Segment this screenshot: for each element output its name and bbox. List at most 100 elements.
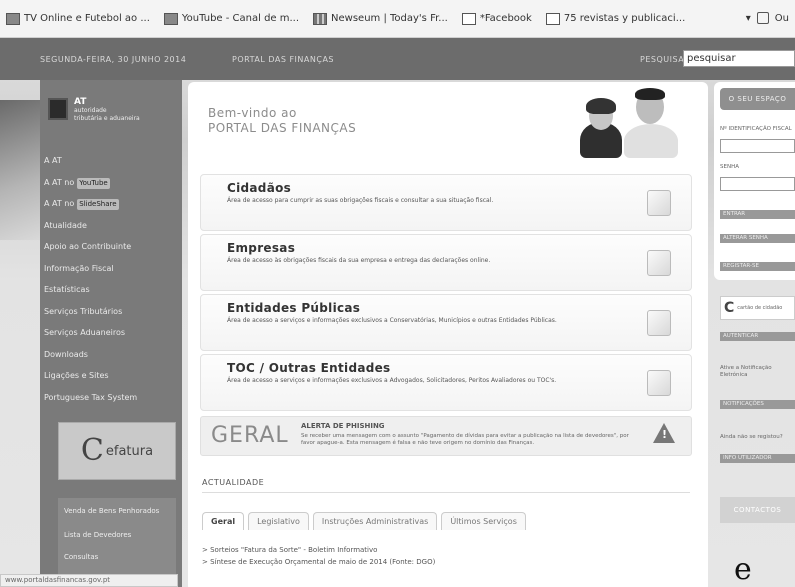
- password-field[interactable]: [720, 177, 795, 191]
- e-government-logo[interactable]: e: [734, 552, 752, 587]
- sidebar-item-label: Apoio ao Contribuinte: [44, 242, 132, 251]
- card-desc: Área de acesso a serviços e informações …: [227, 377, 557, 384]
- briefcase-icon: [647, 370, 671, 396]
- card-cidadaos[interactable]: Cidadãos Área de acesso para cumprir as …: [200, 174, 692, 231]
- sidebar-item-label: A AT: [44, 156, 62, 165]
- link-lista-devedores[interactable]: Lista de Devedores: [64, 530, 170, 540]
- sidebar-item-label: Informação Fiscal: [44, 263, 114, 273]
- sidebar-item-atualidade[interactable]: Atualidade: [44, 215, 180, 237]
- tab-ultimos-servicos[interactable]: Últimos Serviços: [441, 512, 526, 530]
- status-bar-url: www.portaldasfinancas.gov.pt: [0, 574, 178, 587]
- sidebar-secondary-links: Venda de Bens Penhorados Lista de Devedo…: [58, 498, 176, 586]
- efatura-logo-icon: C: [80, 433, 104, 468]
- citizen-card-login[interactable]: C cartão de cidadão: [720, 296, 795, 320]
- search-input[interactable]: [683, 50, 795, 67]
- contacts-button[interactable]: CONTACTOS: [720, 497, 795, 523]
- bookmark-newseum[interactable]: Newseum | Today's Fr...: [313, 12, 448, 25]
- logo-line1: autoridade: [74, 107, 107, 114]
- notification-note: Ative a Notificação Eletrónica: [720, 365, 772, 378]
- card-desc: Área de acesso a serviços e informações …: [227, 317, 557, 324]
- person-card-icon: [647, 190, 671, 216]
- documents-icon: [647, 310, 671, 336]
- sidebar-item-label: Atualidade: [44, 220, 87, 230]
- sidebar-item-slideshare[interactable]: A AT no SlideShare: [44, 193, 180, 215]
- login-button[interactable]: ENTRAR: [720, 210, 795, 219]
- sidebar-item-youtube[interactable]: A AT no YouTube: [44, 172, 180, 194]
- efatura-banner[interactable]: C efatura: [58, 422, 176, 480]
- portal-link[interactable]: PORTAL DAS FINANÇAS: [232, 55, 334, 64]
- folder-icon: [756, 12, 769, 24]
- bookmark-label: Newseum | Today's Fr...: [331, 13, 448, 24]
- sidebar-item-tax-system[interactable]: Portuguese Tax System: [44, 387, 180, 409]
- welcome-photo: [580, 88, 680, 158]
- card-empresas[interactable]: Empresas Área de acesso às obrigações fi…: [200, 234, 692, 291]
- search-label: PESQUISA: [640, 55, 685, 64]
- person-man: [624, 124, 678, 158]
- user-info-button[interactable]: INFO UTILIZADOR: [720, 454, 795, 463]
- logo-line2: tributária e aduaneira: [74, 115, 140, 122]
- news-tabs: Geral Legislativo Instruções Administrat…: [202, 512, 526, 530]
- sidebar-item-ligacoes[interactable]: Ligações e Sites: [44, 365, 180, 387]
- news-link[interactable]: Síntese de Execução Orçamental de maio d…: [210, 558, 435, 566]
- sidebar-item-label: A AT no: [44, 177, 75, 187]
- bookmark-label: TV Online e Futebol ao ...: [24, 13, 150, 24]
- alert-category: GERAL: [211, 423, 289, 448]
- card-title: Cidadãos: [227, 181, 292, 195]
- sidebar-item-label: Portuguese Tax System: [44, 392, 138, 402]
- notifications-button[interactable]: NOTIFICAÇÕES: [720, 400, 795, 409]
- phishing-alert[interactable]: GERAL ALERTA DE PHISHING Se receber uma …: [200, 416, 692, 456]
- nif-field[interactable]: [720, 139, 795, 153]
- current-date: SEGUNDA-FEIRA, 30 JUNHO 2014: [40, 55, 187, 64]
- tab-geral[interactable]: Geral: [202, 512, 245, 530]
- tab-instrucoes[interactable]: Instruções Administrativas: [312, 512, 438, 530]
- sidebar-item-apoio[interactable]: Apoio ao Contribuinte: [44, 236, 180, 258]
- tab-legislativo[interactable]: Legislativo: [248, 512, 309, 530]
- list-item[interactable]: > Sorteios "Fatura da Sorte" - Boletim I…: [202, 544, 435, 556]
- efatura-label: efatura: [105, 443, 154, 459]
- news-icon: [313, 12, 328, 25]
- bookmark-label: *Facebook: [479, 13, 532, 24]
- news-link[interactable]: Sorteios "Fatura da Sorte" - Boletim Inf…: [210, 546, 377, 554]
- header-photo: [0, 100, 40, 240]
- sidebar-item-label: Ligações e Sites: [44, 371, 109, 380]
- bookmark-revistas[interactable]: 75 revistas y publicaci...: [545, 12, 686, 25]
- nif-label: Nº IDENTIFICAÇÃO FISCAL: [720, 126, 792, 132]
- register-button[interactable]: REGISTAR-SE: [720, 262, 795, 271]
- site-header: SEGUNDA-FEIRA, 30 JUNHO 2014 PORTAL DAS …: [0, 38, 795, 80]
- card-entidades-publicas[interactable]: Entidades Públicas Área de acesso a serv…: [200, 294, 692, 351]
- news-section-title: ACTUALIDADE: [202, 478, 265, 487]
- at-logo[interactable]: AT autoridade tributária e aduaneira: [48, 98, 176, 138]
- register-note: Ainda não se registou?: [720, 434, 783, 440]
- sidebar-item-a-at[interactable]: A AT: [44, 150, 180, 172]
- card-toc[interactable]: TOC / Outras Entidades Área de acesso a …: [200, 354, 692, 411]
- sidebar-item-informacao-fiscal[interactable]: Informação Fiscal: [44, 258, 180, 280]
- bookmark-label: 75 revistas y publicaci...: [563, 13, 686, 24]
- login-box: O SEU ESPAÇO Nº IDENTIFICAÇÃO FISCAL SEN…: [714, 82, 795, 280]
- slideshare-badge: SlideShare: [77, 199, 119, 210]
- bookmark-label: YouTube - Canal de m...: [181, 13, 300, 24]
- bookmark-facebook[interactable]: *Facebook: [461, 12, 532, 25]
- access-cards: Cidadãos Área de acesso para cumprir as …: [200, 174, 692, 414]
- sidebar-item-servicos-tributarios[interactable]: Serviços Tributários: [44, 301, 180, 323]
- link-consultas[interactable]: Consultas: [64, 552, 170, 562]
- card-title: Entidades Públicas: [227, 301, 361, 315]
- sidebar-item-label: Serviços Aduaneiros: [44, 328, 126, 337]
- sidebar-item-servicos-aduaneiros[interactable]: Serviços Aduaneiros: [44, 322, 180, 344]
- sidebar-item-estatisticas[interactable]: Estatísticas: [44, 279, 180, 301]
- authenticate-button[interactable]: AUTENTICAR: [720, 332, 795, 341]
- sidebar-item-downloads[interactable]: Downloads: [44, 344, 180, 366]
- login-header: O SEU ESPAÇO: [720, 88, 795, 110]
- alert-text: Se receber uma mensagem com o assunto "P…: [301, 433, 629, 446]
- bookmark-youtube[interactable]: YouTube - Canal de m...: [163, 12, 300, 25]
- logo-title: AT: [74, 97, 87, 107]
- list-item[interactable]: > Síntese de Execução Orçamental de maio…: [202, 556, 435, 568]
- link-venda-bens[interactable]: Venda de Bens Penhorados: [64, 506, 170, 516]
- at-logo-icon: [48, 98, 68, 120]
- browser-window: TV Online e Futebol ao ... YouTube - Can…: [0, 0, 795, 587]
- youtube-icon: [163, 12, 178, 25]
- change-password-button[interactable]: ALTERAR SENHA: [720, 234, 795, 243]
- bookmarks-overflow[interactable]: ▾ Ou: [746, 12, 789, 24]
- bookmark-tv[interactable]: TV Online e Futebol ao ...: [6, 12, 150, 25]
- sidebar-item-label: Serviços Tributários: [44, 306, 123, 316]
- password-label: SENHA: [720, 164, 739, 170]
